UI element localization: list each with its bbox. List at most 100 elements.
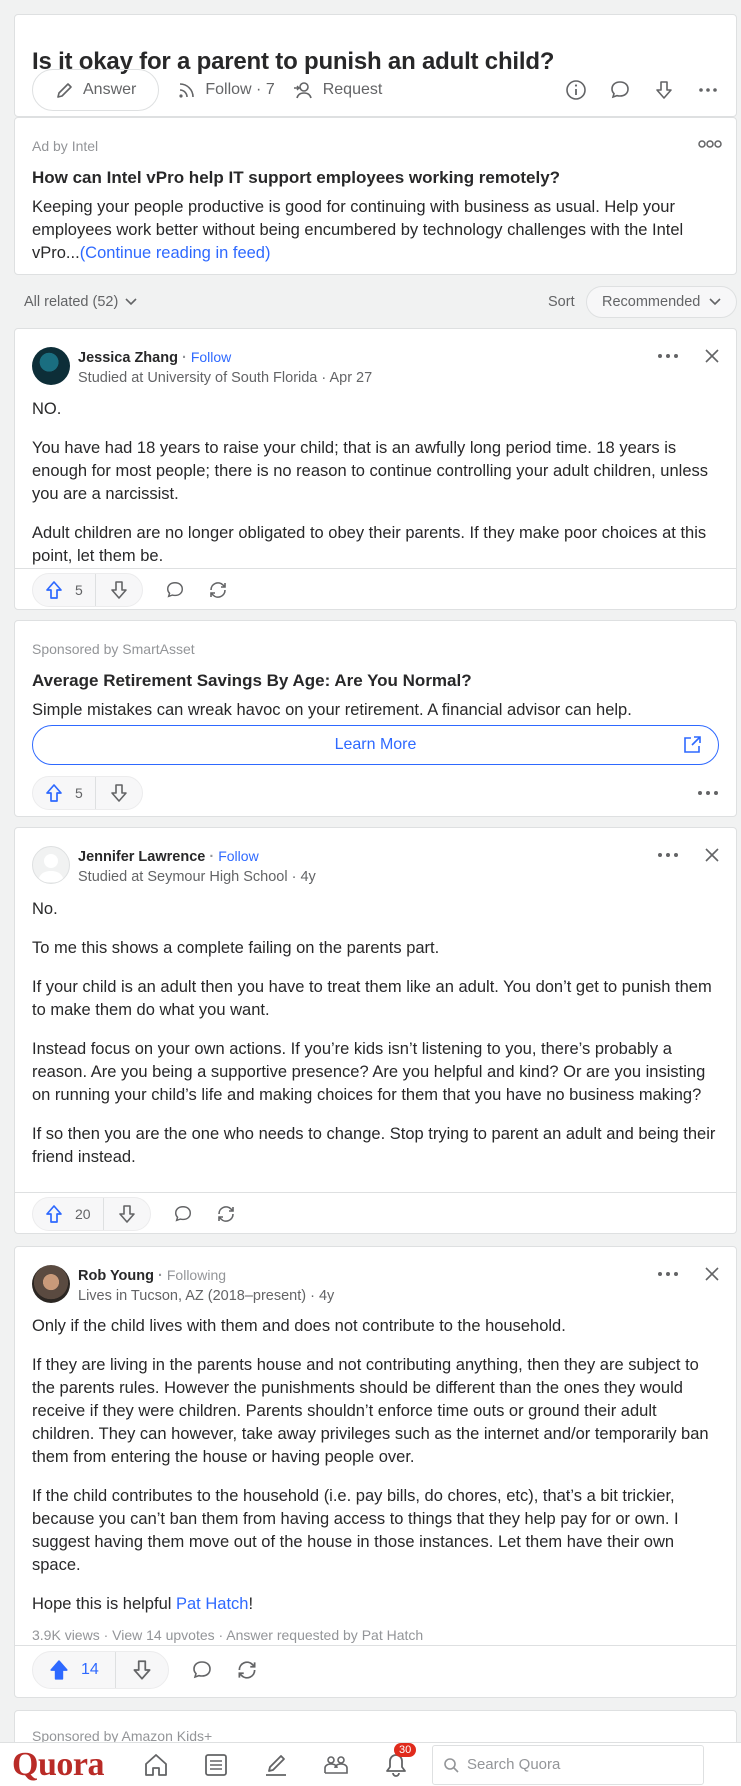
author-name-line: Rob Young · Following <box>78 1267 334 1284</box>
more-icon[interactable] <box>697 789 719 797</box>
sort-value: Recommended <box>602 294 701 310</box>
all-related-dropdown[interactable]: All related (52) <box>24 294 138 310</box>
search-icon <box>443 1757 459 1773</box>
mention-link[interactable]: Pat Hatch <box>176 1595 248 1613</box>
comment-icon[interactable] <box>191 1659 213 1681</box>
ad-intel-card[interactable]: Ad by Intel How can Intel vPro help IT s… <box>14 117 737 275</box>
info-icon[interactable] <box>565 79 587 101</box>
follow-question-button[interactable]: Follow · 7 <box>177 80 275 100</box>
pencil-icon <box>55 80 75 100</box>
follow-author-link[interactable]: Follow <box>218 848 258 864</box>
answer-body[interactable]: Only if the child lives with them and do… <box>32 1315 719 1647</box>
close-icon[interactable] <box>705 349 719 363</box>
external-link-icon <box>682 735 702 755</box>
avatar[interactable] <box>32 846 70 884</box>
ad-label: Sponsored by SmartAsset <box>32 641 195 657</box>
rss-icon <box>177 80 197 100</box>
upvote-button[interactable]: 20 <box>33 1197 104 1230</box>
upvote-button[interactable]: 5 <box>33 777 96 809</box>
more-icon[interactable] <box>657 1270 679 1278</box>
comment-icon[interactable] <box>173 1204 193 1224</box>
request-label: Request <box>322 81 383 98</box>
following-list-icon[interactable] <box>202 1751 230 1779</box>
search-placeholder: Search Quora <box>466 1756 561 1773</box>
vote-group: 5 <box>32 776 143 810</box>
author-name[interactable]: Rob Young <box>78 1268 154 1284</box>
downvote-button[interactable] <box>96 777 142 809</box>
request-button[interactable]: Request <box>293 80 383 100</box>
sort-label: Sort <box>548 294 575 310</box>
author-name[interactable]: Jessica Zhang <box>78 350 178 366</box>
answer-meta[interactable]: 3.9K views · View 14 upvotes · Answer re… <box>32 1624 719 1647</box>
comment-icon[interactable] <box>609 79 631 101</box>
answer-button[interactable]: Answer <box>32 69 160 111</box>
answer-body[interactable]: NO. You have had 18 years to raise your … <box>32 398 719 584</box>
share-icon[interactable] <box>235 1658 259 1682</box>
more-icon[interactable] <box>657 851 679 859</box>
answer-card: Jessica Zhang · Follow Studied at Univer… <box>14 328 737 610</box>
ad-smartasset-card[interactable]: Sponsored by SmartAsset Average Retireme… <box>14 620 737 817</box>
upvote-icon <box>43 782 65 804</box>
ad-headline[interactable]: How can Intel vPro help IT support emplo… <box>32 168 719 188</box>
upvote-icon <box>43 579 65 601</box>
ad-footer: 5 <box>32 776 719 810</box>
ad-headline[interactable]: Average Retirement Savings By Age: Are Y… <box>32 671 719 691</box>
vote-group: 5 <box>32 572 143 607</box>
comment-icon[interactable] <box>165 580 185 600</box>
continue-reading-link[interactable]: (Continue reading in feed) <box>80 244 271 262</box>
nav-icons: 30 <box>142 1742 417 1779</box>
downvote-button[interactable] <box>116 1652 168 1688</box>
sort-dropdown[interactable]: Recommended <box>586 286 737 318</box>
avatar[interactable] <box>32 347 70 385</box>
learn-more-button[interactable]: Learn More <box>32 725 719 765</box>
answer-paragraph: No. <box>32 900 58 918</box>
learn-more-label: Learn More <box>334 736 417 753</box>
downvote-icon <box>108 782 130 804</box>
notifications-icon[interactable]: 30 <box>382 1742 417 1779</box>
avatar[interactable] <box>32 1265 70 1303</box>
downvote-icon <box>130 1658 154 1682</box>
author-credential: Studied at University of South Florida ·… <box>78 370 373 386</box>
downvote-button[interactable] <box>96 574 142 606</box>
ad-body: Simple mistakes can wreak havoc on your … <box>32 701 632 719</box>
downvote-button[interactable] <box>104 1198 150 1230</box>
author-name[interactable]: Jennifer Lawrence <box>78 849 205 865</box>
quora-logo[interactable]: Quora <box>12 1746 104 1784</box>
write-icon[interactable] <box>262 1751 290 1779</box>
upvote-button[interactable]: 5 <box>33 573 96 606</box>
home-icon[interactable] <box>142 1751 170 1779</box>
search-input[interactable]: Search Quora <box>431 1744 704 1785</box>
answer-footer: 14 <box>15 1645 736 1693</box>
answer-body[interactable]: No. To me this shows a complete failing … <box>32 898 719 1185</box>
share-icon[interactable] <box>207 579 229 601</box>
answer-paragraph: If so then you are the one who needs to … <box>32 1125 716 1166</box>
question-right-actions <box>565 79 719 101</box>
answer-footer-icons <box>165 579 229 601</box>
following-author-label[interactable]: Following <box>167 1267 226 1283</box>
more-icon[interactable] <box>697 79 719 101</box>
upvote-filled-icon <box>47 1658 71 1682</box>
answer-paragraph: If they are living in the parents house … <box>32 1356 709 1466</box>
chevron-down-icon <box>708 297 722 307</box>
downvote-icon[interactable] <box>653 79 675 101</box>
question-actions: Answer Follow · 7 Request <box>32 68 719 112</box>
share-icon[interactable] <box>215 1203 237 1225</box>
more-icon[interactable] <box>657 352 679 360</box>
close-icon[interactable] <box>705 848 719 862</box>
upvote-count: 5 <box>75 581 83 598</box>
separator-dot: · <box>158 1268 167 1284</box>
spaces-icon[interactable] <box>322 1751 350 1779</box>
ad-label: Ad by Intel <box>32 138 99 154</box>
answer-closing: Hope this is helpful Pat Hatch! <box>32 1593 719 1616</box>
vote-group: 14 <box>32 1650 169 1689</box>
more-circles-icon[interactable] <box>698 138 722 150</box>
follow-author-link[interactable]: Follow <box>191 349 231 365</box>
answer-paragraph: Adult children are no longer obligated t… <box>32 524 707 565</box>
answer-paragraph: NO. <box>32 400 62 418</box>
upvote-count: 14 <box>81 1660 99 1678</box>
upvote-button[interactable]: 14 <box>33 1651 116 1688</box>
bottom-nav: Quora 30 Search Quora <box>0 1742 741 1786</box>
downvote-icon <box>116 1203 138 1225</box>
close-icon[interactable] <box>705 1267 719 1281</box>
closing-suffix: ! <box>248 1595 254 1613</box>
